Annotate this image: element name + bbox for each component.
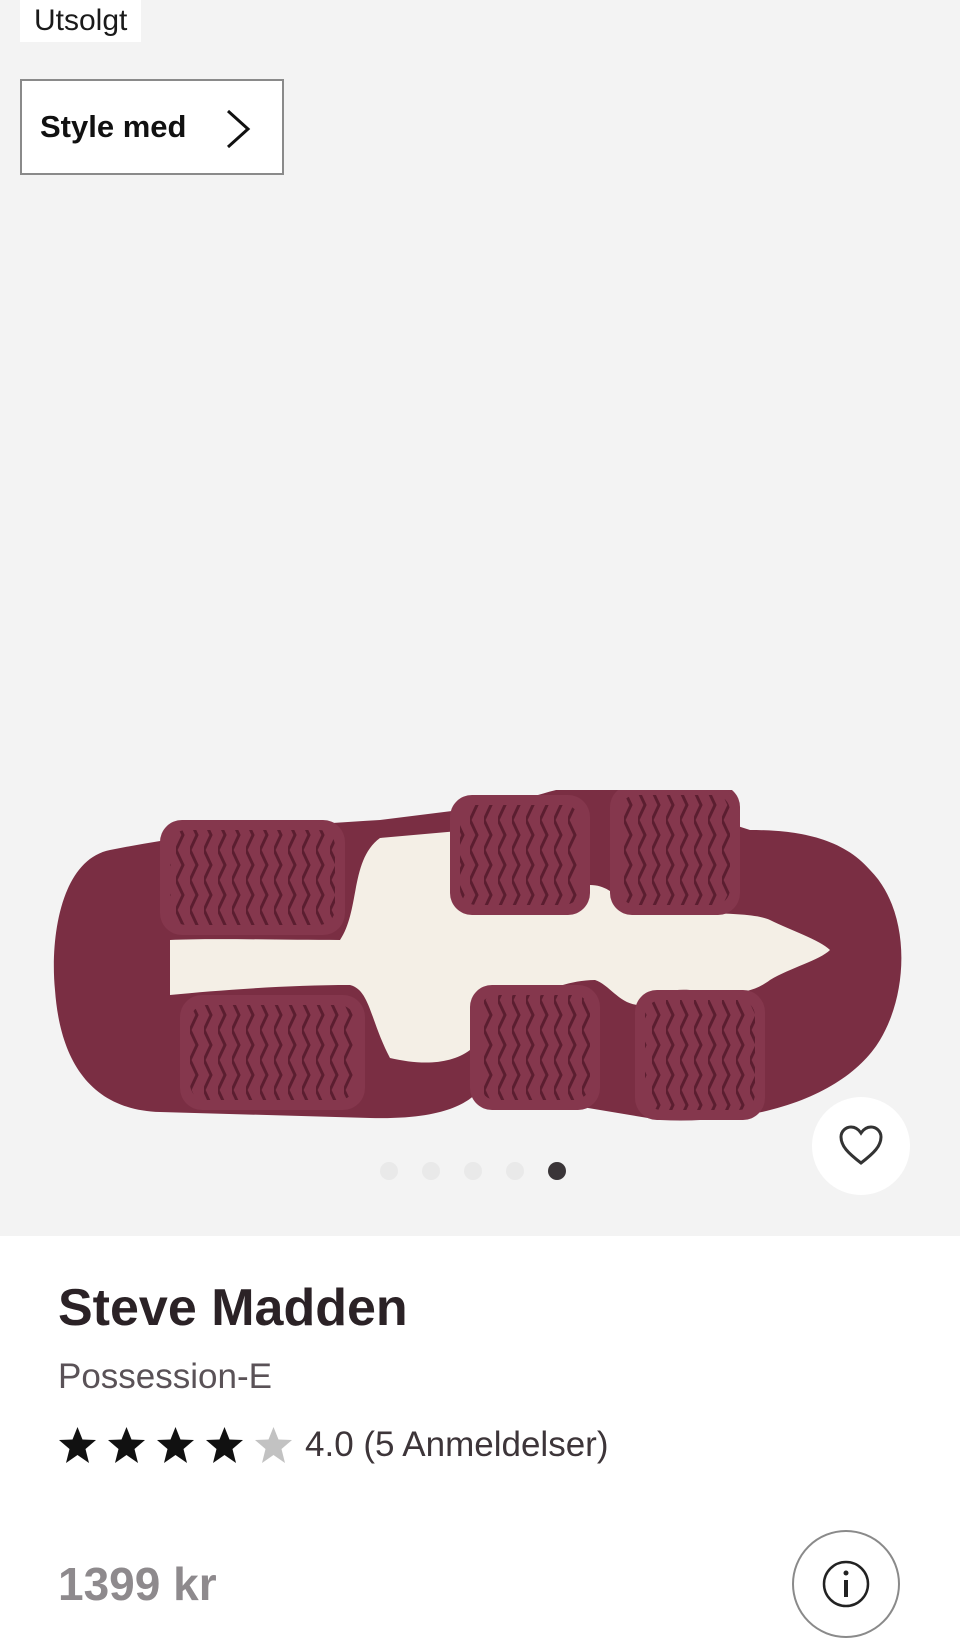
product-image-gallery[interactable]: Utsolgt Style med xyxy=(0,0,960,1236)
chevron-right-icon xyxy=(226,109,251,149)
rating-text: 4.0 (5 Anmeldelser) xyxy=(305,1425,609,1464)
rating-stars xyxy=(58,1426,293,1464)
pagination-dot[interactable] xyxy=(464,1162,482,1180)
star-filled-icon xyxy=(59,1427,96,1463)
product-rating[interactable]: 4.0 (5 Anmeldelser) xyxy=(58,1425,608,1465)
product-price: 1399 kr xyxy=(58,1558,217,1610)
pagination-dot-active[interactable] xyxy=(548,1162,566,1180)
info-button[interactable] xyxy=(792,1530,900,1638)
star-filled-icon xyxy=(157,1427,194,1463)
style-with-label: Style med xyxy=(40,109,187,144)
product-image-shoe-sole xyxy=(53,790,902,1121)
star-filled-icon xyxy=(206,1427,243,1463)
pagination-dot[interactable] xyxy=(422,1162,440,1180)
star-filled-icon xyxy=(108,1427,145,1463)
product-model: Possession-E xyxy=(58,1357,272,1396)
favorite-button[interactable] xyxy=(812,1097,910,1195)
pagination-dot[interactable] xyxy=(506,1162,524,1180)
gallery-pagination[interactable] xyxy=(380,1162,566,1180)
info-icon xyxy=(822,1560,870,1608)
product-brand: Steve Madden xyxy=(58,1279,408,1337)
star-empty-icon xyxy=(255,1427,292,1463)
style-with-button[interactable]: Style med xyxy=(20,79,284,175)
pagination-dot[interactable] xyxy=(380,1162,398,1180)
sold-out-badge: Utsolgt xyxy=(20,0,142,42)
heart-outline-icon xyxy=(839,1125,883,1165)
